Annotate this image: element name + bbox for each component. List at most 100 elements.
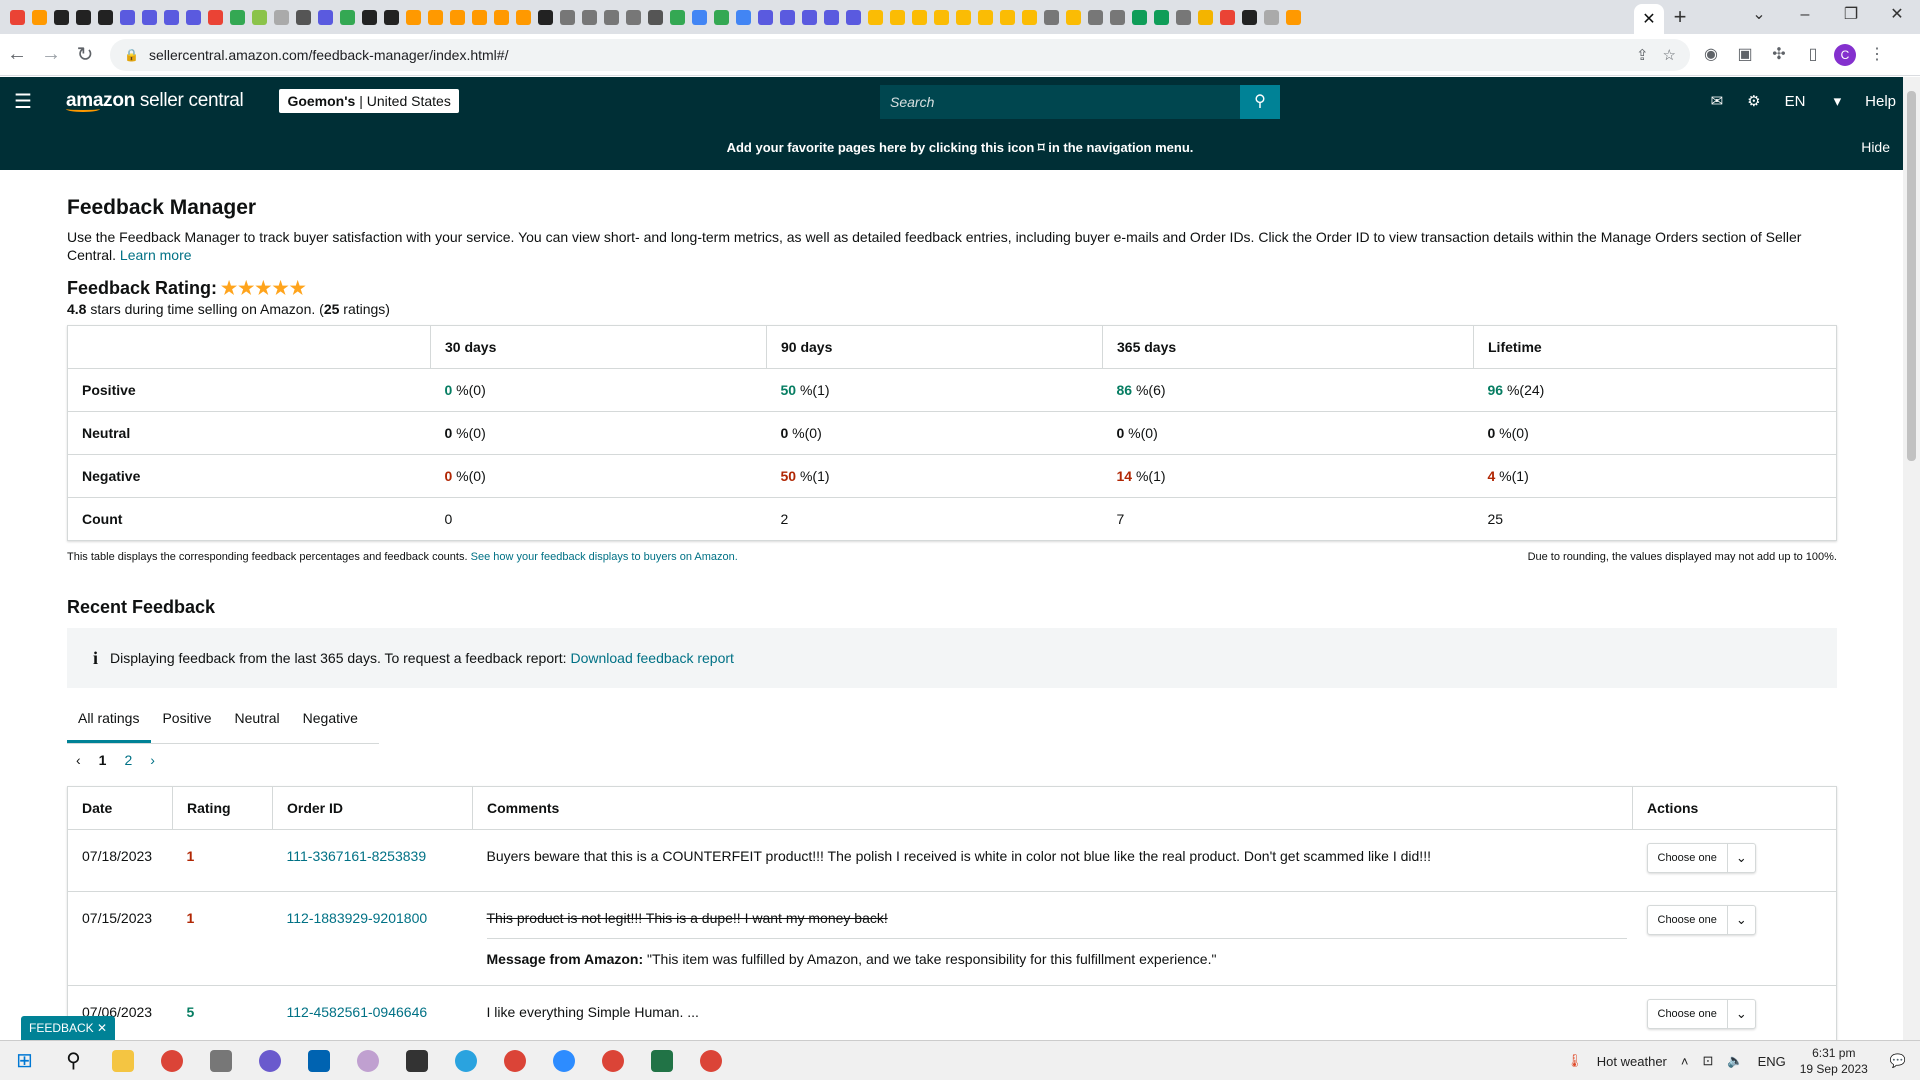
tab-favicons[interactable] (0, 0, 1634, 34)
back-arrow-icon[interactable]: ← (0, 43, 34, 66)
tab-favicon-icon[interactable] (978, 9, 993, 25)
profile-avatar[interactable]: C (1834, 43, 1856, 66)
sidepanel-icon[interactable]: ▯ (1800, 44, 1826, 66)
tab-favicon-icon[interactable] (1242, 9, 1257, 25)
tab-favicon-icon[interactable] (604, 9, 619, 25)
telegram-icon[interactable] (441, 1041, 490, 1081)
buyer-display-link[interactable]: See how your feedback displays to buyers… (471, 551, 738, 563)
page-scrollbar[interactable] (1903, 77, 1920, 1040)
tab-favicon-icon[interactable] (340, 9, 355, 25)
puzzle-icon[interactable]: ✣ (1766, 44, 1792, 66)
tab-favicon-icon[interactable] (1264, 9, 1279, 25)
tab-favicon-icon[interactable] (274, 9, 289, 25)
tab-favicon-icon[interactable] (824, 9, 839, 25)
clock[interactable]: 6:31 pm 19 Sep 2023 (1800, 1045, 1868, 1077)
chevron-left-icon[interactable]: ‹ (76, 752, 81, 768)
tab-favicon-icon[interactable] (230, 9, 245, 25)
tab-favicon-icon[interactable] (912, 9, 927, 25)
action-dropdown[interactable]: Choose one ⌄ (1646, 999, 1756, 1029)
tab-favicon-icon[interactable] (692, 9, 707, 25)
tab-favicon-icon[interactable] (472, 9, 487, 25)
chevron-down-icon[interactable]: ⌄ (1736, 0, 1782, 34)
help-link[interactable]: Help (1865, 93, 1896, 110)
tab-negative[interactable]: Negative (292, 710, 370, 743)
minimize-icon[interactable]: – (1782, 0, 1828, 34)
tab-positive[interactable]: Positive (151, 710, 223, 743)
search-input[interactable] (880, 85, 1240, 119)
close-icon[interactable]: ✕ (1642, 9, 1655, 29)
tab-all-ratings[interactable]: All ratings (67, 710, 152, 743)
tab-favicon-icon[interactable] (54, 9, 69, 25)
zoom-icon[interactable] (539, 1041, 588, 1081)
bookmark-star-icon[interactable]: ☆ (1663, 46, 1676, 64)
hide-banner-button[interactable]: Hide (1861, 125, 1890, 170)
hamburger-menu-icon[interactable]: ☰ (0, 89, 46, 114)
extension-icon[interactable]: ◉ (1698, 44, 1724, 66)
language-selector[interactable]: EN ▾ (1785, 92, 1842, 110)
url-text[interactable]: sellercentral.amazon.com/feedback-manage… (149, 47, 1622, 63)
close-window-icon[interactable]: ✕ (1874, 0, 1920, 34)
tab-favicon-icon[interactable] (868, 9, 883, 25)
new-tab-button[interactable]: + (1664, 4, 1696, 30)
chrome-icon[interactable] (588, 1041, 637, 1081)
tab-favicon-icon[interactable] (956, 9, 971, 25)
tab-favicon-icon[interactable] (1022, 9, 1037, 25)
tab-favicon-icon[interactable] (208, 9, 223, 25)
store-icon[interactable] (294, 1041, 343, 1081)
tab-favicon-icon[interactable] (1066, 9, 1081, 25)
tab-favicon-icon[interactable] (120, 9, 135, 25)
tab-favicon-icon[interactable] (1198, 9, 1213, 25)
search-icon[interactable]: ⚲ (49, 1041, 98, 1081)
tab-favicon-icon[interactable] (142, 9, 157, 25)
tab-favicon-icon[interactable] (450, 9, 465, 25)
tab-favicon-icon[interactable] (494, 9, 509, 25)
download-report-link[interactable]: Download feedback report (570, 650, 733, 666)
reload-icon[interactable]: ↻ (68, 42, 102, 67)
store-selector[interactable]: Goemon's | United States (279, 89, 459, 113)
tab-favicon-icon[interactable] (582, 9, 597, 25)
weather-icon[interactable]: 🌡 (1566, 1053, 1583, 1069)
tab-favicon-icon[interactable] (164, 9, 179, 25)
volume-icon[interactable]: 🔈 (1727, 1053, 1743, 1069)
tab-favicon-icon[interactable] (714, 9, 729, 25)
forward-arrow-icon[interactable]: → (34, 43, 68, 66)
tab-favicon-icon[interactable] (428, 9, 443, 25)
tab-favicon-icon[interactable] (626, 9, 641, 25)
tab-favicon-icon[interactable] (1154, 9, 1169, 25)
menu-dots-icon[interactable]: ⋮ (1864, 44, 1890, 66)
windows-start-icon[interactable]: ⊞ (0, 1041, 49, 1081)
file-explorer-icon[interactable] (98, 1041, 147, 1081)
sticky-notes-icon[interactable] (392, 1041, 441, 1081)
tab-favicon-icon[interactable] (802, 9, 817, 25)
chrome-icon[interactable] (147, 1041, 196, 1081)
tab-favicon-icon[interactable] (780, 9, 795, 25)
weather-text[interactable]: Hot weather (1597, 1054, 1667, 1069)
tab-favicon-icon[interactable] (1132, 9, 1147, 25)
tab-favicon-icon[interactable] (10, 9, 25, 25)
notification-icon[interactable]: 💬 (1890, 1053, 1906, 1069)
active-tab[interactable]: ✕ (1634, 4, 1664, 34)
tab-favicon-icon[interactable] (98, 9, 113, 25)
tab-favicon-icon[interactable] (1176, 9, 1191, 25)
feedback-tab-button[interactable]: FEEDBACK ✕ (21, 1016, 116, 1040)
maximize-icon[interactable]: ❐ (1828, 0, 1874, 34)
order-id-link[interactable]: 112-4582561-0946646 (272, 985, 473, 1048)
tab-favicon-icon[interactable] (186, 9, 201, 25)
chevron-right-icon[interactable]: › (150, 752, 155, 768)
action-dropdown[interactable]: Choose one ⌄ (1646, 905, 1756, 935)
chevron-up-icon[interactable]: ˄ (1681, 1054, 1689, 1069)
mail-icon[interactable]: ✉ (1711, 92, 1724, 110)
tab-favicon-icon[interactable] (934, 9, 949, 25)
gear-icon[interactable]: ⚙ (1747, 92, 1760, 110)
action-dropdown[interactable]: Choose one ⌄ (1646, 843, 1756, 873)
tab-neutral[interactable]: Neutral (224, 710, 292, 743)
page-link[interactable]: 2 (124, 752, 132, 768)
lock-icon[interactable]: 🔒 (124, 48, 139, 62)
tab-favicon-icon[interactable] (1044, 9, 1059, 25)
app-icon[interactable] (245, 1041, 294, 1081)
tab-favicon-icon[interactable] (670, 9, 685, 25)
tab-favicon-icon[interactable] (1088, 9, 1103, 25)
tab-favicon-icon[interactable] (1000, 9, 1015, 25)
page-link[interactable]: 1 (99, 752, 107, 768)
share-icon[interactable]: ⇪ (1636, 46, 1649, 64)
